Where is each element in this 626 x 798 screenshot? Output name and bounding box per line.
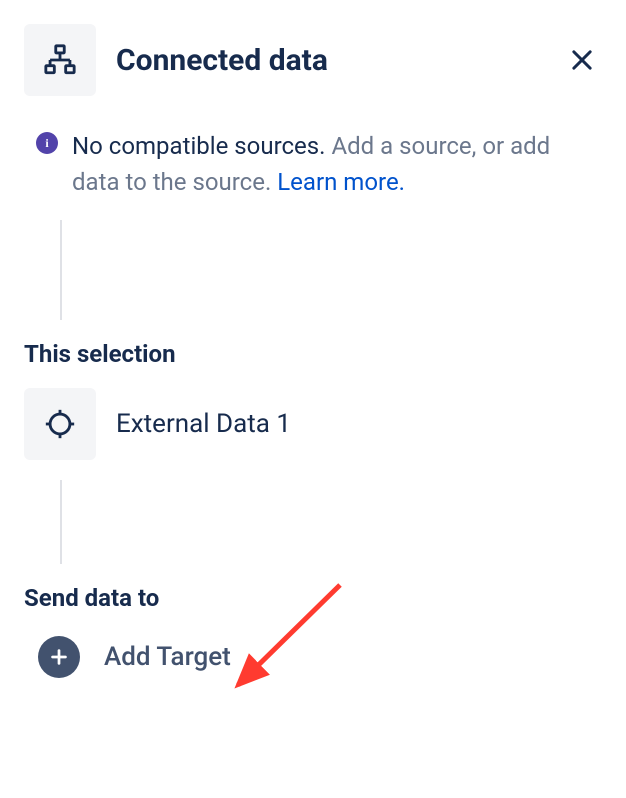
learn-more-link[interactable]: Learn more. [277,168,405,196]
panel-header: Connected data [24,24,602,96]
add-target-button[interactable]: Add Target [24,636,602,678]
connector-line [60,480,62,564]
selection-name: External Data 1 [116,409,291,439]
info-icon: i [36,132,58,154]
connector-line [60,220,62,320]
info-text: No compatible sources. Add a source, or … [72,128,602,200]
sitemap-icon [24,24,96,96]
close-button[interactable] [562,40,602,80]
plus-icon [38,636,80,678]
info-message: i No compatible sources. Add a source, o… [24,128,602,200]
selection-item: External Data 1 [24,388,602,460]
panel-title: Connected data [116,43,328,78]
info-bold: No compatible sources. [72,132,331,160]
target-section-label: Send data to [24,584,602,612]
selection-section-label: This selection [24,340,602,368]
add-target-label: Add Target [104,642,231,672]
target-icon [24,388,96,460]
header-left: Connected data [24,24,328,96]
